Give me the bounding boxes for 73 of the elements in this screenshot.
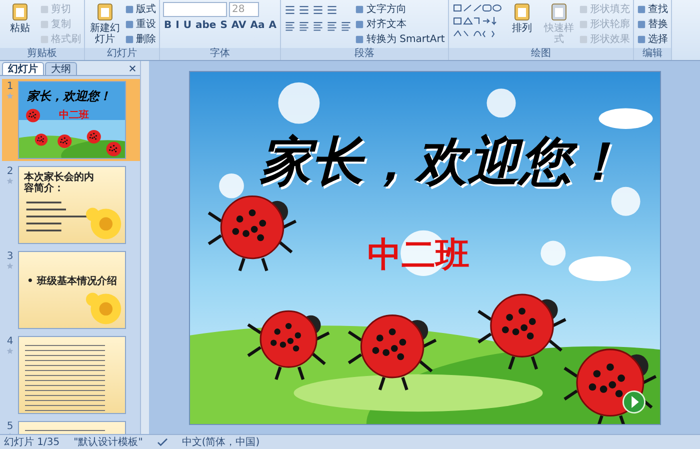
group-label: 字体 — [160, 48, 280, 60]
slide-thumbnail[interactable]: • 班级基本情况介绍 — [18, 251, 126, 329]
ribbon-button[interactable]: 版式 — [125, 2, 156, 16]
scrollbar[interactable] — [140, 61, 149, 434]
ribbon-button[interactable]: 粘贴 — [3, 2, 37, 34]
slide-thumbnail-row[interactable]: 3 • 班级基本情况介绍 — [2, 249, 140, 331]
format-button[interactable]: A — [268, 18, 278, 32]
slide-number: 2 — [6, 166, 14, 177]
panel-tab[interactable]: 幻灯片 — [2, 62, 44, 75]
slide-heading: • 班级基本情况介绍 — [27, 274, 117, 288]
slide-heading: 本次家长会的内容简介： — [24, 172, 94, 194]
slide-thumbnail-row[interactable]: 1 家长，欢迎您！ 中二班 — [2, 79, 140, 161]
slide-thumbnail-row[interactable]: 4 — [2, 334, 140, 416]
slide-canvas[interactable]: 家长，欢迎您！ 中二班 — [188, 70, 660, 424]
slide-number: 4 — [6, 336, 14, 347]
panel-tab[interactable]: 大纲 — [45, 62, 77, 75]
slide-thumbnail[interactable]: 本次家长会的内容简介： — [18, 166, 126, 244]
slide-thumbnail-row[interactable]: 5 — [2, 419, 140, 434]
group-label: 段落 — [281, 48, 448, 60]
align-icon[interactable] — [312, 20, 324, 32]
group-label: 剪贴板 — [0, 48, 84, 60]
slide-thumbnail[interactable] — [18, 336, 126, 414]
list-icon[interactable] — [298, 4, 310, 16]
format-button[interactable]: U — [182, 18, 192, 32]
theme-name: "默认设计模板" — [74, 436, 143, 449]
slide-title: 家长，欢迎您！ — [260, 130, 624, 194]
align-icon[interactable] — [326, 20, 338, 32]
star-icon — [6, 347, 14, 355]
format-button[interactable]: S — [219, 18, 228, 32]
slide-counter: 幻灯片 1/35 — [4, 436, 60, 449]
star-icon — [6, 177, 14, 185]
tool-icon — [10, 2, 30, 22]
format-button[interactable]: abe — [194, 18, 218, 32]
font-name-field[interactable] — [163, 2, 227, 17]
close-icon[interactable] — [129, 65, 136, 72]
group-label: 幻灯片 — [85, 48, 159, 60]
ribbon-button[interactable]: 替换 — [636, 17, 668, 31]
group-label: 编辑 — [634, 48, 671, 60]
list-icon[interactable] — [312, 4, 324, 16]
tool-icon — [512, 2, 532, 22]
tool-icon — [95, 2, 115, 22]
star-icon — [6, 92, 14, 100]
language: 中文(简体，中国) — [182, 436, 260, 449]
slide-subtitle: 中二班 — [368, 234, 470, 276]
ribbon-button[interactable]: 对齐文本 — [355, 17, 445, 31]
spellcheck-icon[interactable] — [156, 438, 168, 446]
slide-number: 3 — [6, 251, 14, 262]
slide-number: 1 — [6, 81, 14, 92]
list-icon[interactable] — [326, 4, 338, 16]
align-icon[interactable] — [298, 20, 310, 32]
ribbon-button[interactable]: 删除 — [125, 32, 156, 46]
group-label: 绘图 — [448, 48, 633, 60]
list-icon[interactable] — [284, 4, 296, 16]
format-button[interactable]: AV — [230, 18, 248, 32]
format-button[interactable]: I — [174, 18, 180, 32]
ribbon-button[interactable]: 重设 — [125, 17, 156, 31]
ribbon-button[interactable]: 文字方向 — [355, 2, 445, 16]
align-icon[interactable] — [284, 20, 296, 32]
align-icon[interactable] — [340, 20, 352, 32]
tool-icon — [548, 2, 569, 22]
ribbon-button[interactable]: 排列 — [504, 2, 539, 34]
ribbon-button[interactable]: 查找 — [636, 2, 668, 16]
star-icon — [6, 262, 14, 270]
slide-title: 家长，欢迎您！ — [27, 88, 111, 105]
ribbon-button[interactable]: 转换为 SmartArt — [355, 32, 445, 46]
slide-thumbnail-row[interactable]: 2 本次家长会的内容简介： — [2, 164, 140, 246]
slide-number: 5 — [6, 421, 14, 432]
ribbon-button[interactable]: 新建幻灯片 — [88, 2, 122, 45]
ribbon-button[interactable]: 选择 — [636, 32, 668, 46]
slide-subtitle: 中二班 — [59, 108, 89, 122]
slide-thumbnail[interactable]: 家长，欢迎您！ 中二班 — [18, 81, 126, 159]
format-button[interactable]: B — [163, 18, 173, 32]
format-button[interactable]: Aa — [249, 18, 266, 32]
